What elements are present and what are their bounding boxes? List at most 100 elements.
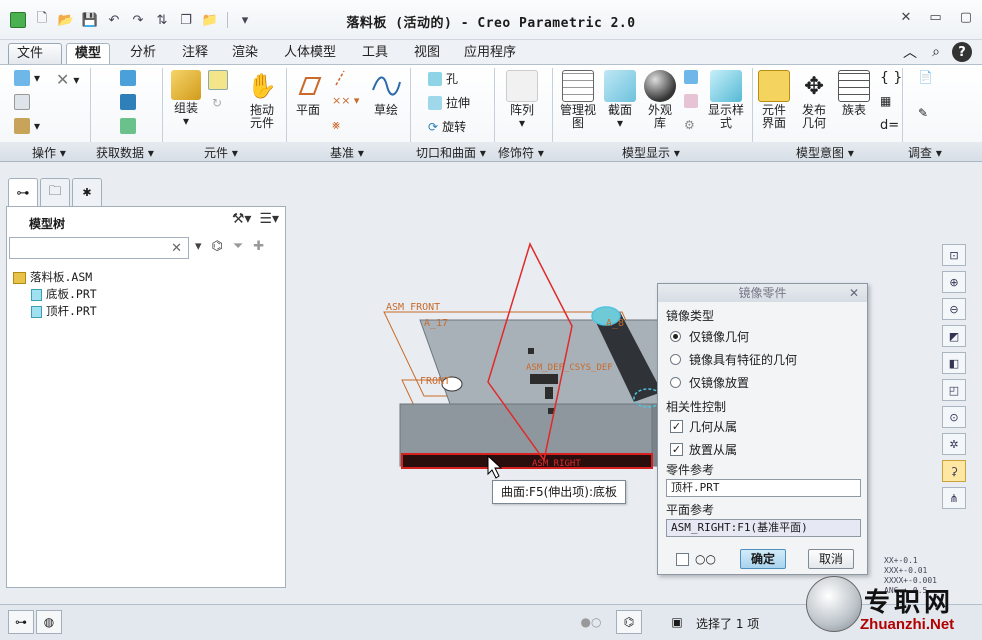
display-style-button[interactable]: 显示样 式 xyxy=(704,70,748,130)
tree-item-base-plate[interactable]: 底板.PRT xyxy=(13,286,97,303)
plane-button[interactable]: 平面 xyxy=(290,70,326,117)
cancel-button[interactable]: 取消 xyxy=(808,549,854,569)
point-button[interactable]: ×× ▾ xyxy=(332,94,359,107)
hole-button[interactable]: 孔 xyxy=(428,70,458,87)
filter-icon[interactable]: ⏷ xyxy=(233,239,243,254)
revolve-button[interactable]: ⟳ 旋转 xyxy=(428,118,466,135)
extrude-button[interactable]: 拉伸 xyxy=(428,94,470,111)
assemble-button[interactable]: 组装 ▾ xyxy=(166,70,206,128)
family-table-button[interactable]: 族表 xyxy=(836,70,872,117)
find-icon[interactable]: ⌬ xyxy=(616,610,642,634)
ok-button[interactable]: 确定 xyxy=(740,549,786,569)
parameters-button[interactable]: ▦ xyxy=(880,94,891,108)
group-model-intent[interactable]: 模型意图 ▾ xyxy=(796,144,854,161)
search-icon[interactable]: ⌕ xyxy=(926,42,946,62)
radio-geometry-only[interactable]: 仅镜像几何 xyxy=(670,328,749,345)
group-get-data[interactable]: 获取数据 ▾ xyxy=(96,144,154,161)
tree-item-assembly[interactable]: 落料板.ASM xyxy=(13,269,97,286)
search-tool-button[interactable]: ✎ xyxy=(918,106,928,120)
regenerate-button[interactable]: ▾ xyxy=(14,70,40,86)
collapse-ribbon-icon[interactable]: ︿ xyxy=(900,42,920,62)
paste-button[interactable]: ▾ xyxy=(14,118,40,134)
check-placement-dependent[interactable]: ✓ 放置从属 xyxy=(670,441,737,458)
group-cut-surface[interactable]: 切口和曲面 ▾ xyxy=(416,144,486,161)
shrinkwrap-button[interactable] xyxy=(120,118,136,134)
orientation-icon[interactable]: ◧ xyxy=(942,352,966,374)
tree-item-ejector-pin[interactable]: 顶杆.PRT xyxy=(13,303,97,320)
component-interface-button[interactable]: 元件 界面 xyxy=(756,70,792,130)
tab-render[interactable]: 渲染 xyxy=(224,43,266,64)
radio-geometry-with-features[interactable]: 镜像具有特征的几何 xyxy=(670,351,797,368)
zoom-in-icon[interactable]: ⊕ xyxy=(942,271,966,293)
plane-reference-field[interactable]: ASM_RIGHT:F1(基准平面) xyxy=(666,519,861,537)
switch-dimensions-button[interactable]: d= xyxy=(880,118,899,133)
delete-button[interactable]: ✕ ▾ xyxy=(56,70,79,89)
view-toolbar: ⊡ ⊕ ⊖ ◩ ◧ ◰ ⊙ ✲ ⚳ ⋔ xyxy=(942,244,968,509)
toggle-browser-icon[interactable]: ◍ xyxy=(36,610,62,634)
tab-applications[interactable]: 应用程序 xyxy=(456,43,524,64)
refit-icon[interactable]: ⊡ xyxy=(942,244,966,266)
group-modifiers[interactable]: 修饰符 ▾ xyxy=(498,144,544,161)
view-manager-button[interactable]: ⚙ xyxy=(684,118,695,132)
group-datum[interactable]: 基准 ▾ xyxy=(330,144,364,161)
create-component-button[interactable] xyxy=(208,70,228,90)
folder-browser-tab[interactable]: 🗀 xyxy=(40,178,70,206)
group-component[interactable]: 元件 ▾ xyxy=(204,144,238,161)
axis-button[interactable] xyxy=(332,70,348,86)
appearance-gallery-button[interactable]: 外观 库 xyxy=(640,70,680,130)
check-geometry-dependent[interactable]: ✓ 几何从属 xyxy=(670,418,737,435)
tab-annotate[interactable]: 注释 xyxy=(174,43,216,64)
relations-button[interactable]: { } xyxy=(880,70,902,86)
zoom-out-icon[interactable]: ⊖ xyxy=(942,298,966,320)
sketch-button[interactable]: 草绘 xyxy=(368,70,404,117)
annotation-display-icon[interactable]: ⚳ xyxy=(942,460,966,482)
tree-search-input[interactable]: ✕ xyxy=(9,237,189,259)
display-style-icon[interactable]: ⊙ xyxy=(942,406,966,428)
tab-tools[interactable]: 工具 xyxy=(354,43,396,64)
repeat-button[interactable]: ↻ xyxy=(212,96,222,110)
maximize-icon[interactable]: ▢ xyxy=(960,10,972,25)
copy-button[interactable] xyxy=(14,94,30,110)
tab-manikin[interactable]: 人体模型 xyxy=(276,43,344,64)
saved-views-icon[interactable]: ◰ xyxy=(942,379,966,401)
restore-icon[interactable]: ▭ xyxy=(929,10,941,25)
tree-filters-icon[interactable]: ☰▾ xyxy=(259,211,279,227)
pattern-button[interactable]: 阵列 ▾ xyxy=(504,70,540,130)
appearance-sphere-icon xyxy=(644,70,676,102)
repaint-icon[interactable]: ◩ xyxy=(942,325,966,347)
spin-center-button[interactable] xyxy=(684,94,698,108)
add-column-icon[interactable]: ✚ xyxy=(253,239,264,254)
group-model-display[interactable]: 模型显示 ▾ xyxy=(622,144,680,161)
favorites-tab[interactable]: ✱ xyxy=(72,178,102,206)
tree-settings-icon[interactable]: ⚒▾ xyxy=(232,211,252,227)
csys-button[interactable]: ⨳ xyxy=(332,118,340,133)
tab-analysis[interactable]: 分析 xyxy=(122,43,164,64)
publish-geometry-button[interactable]: ✥ 发布 几何 xyxy=(796,70,832,130)
reference-viewer-button[interactable]: 📄 xyxy=(918,70,933,84)
perspective-button[interactable] xyxy=(684,70,698,84)
group-operations[interactable]: 操作 ▾ xyxy=(32,144,66,161)
copy-geometry-button[interactable] xyxy=(120,94,136,110)
toggle-navigator-icon[interactable]: ⊶ xyxy=(8,610,34,634)
tab-model[interactable]: 模型 xyxy=(66,43,111,64)
clear-search-icon[interactable]: ✕ xyxy=(171,241,182,256)
datum-display-icon[interactable]: ✲ xyxy=(942,433,966,455)
section-button[interactable]: 截面 ▾ xyxy=(602,70,638,130)
help-icon[interactable]: ? xyxy=(952,42,972,62)
part-reference-field[interactable]: 顶杆.PRT xyxy=(666,479,861,497)
minimize-icon[interactable]: ✕ xyxy=(901,10,912,25)
dialog-close-icon[interactable]: ✕ xyxy=(849,284,859,302)
spin-center-icon[interactable]: ⋔ xyxy=(942,487,966,509)
drag-components-button[interactable]: ✋ 拖动 元件 xyxy=(240,70,284,130)
user-defined-feature-button[interactable] xyxy=(120,70,136,86)
tab-file[interactable]: 文件 ▾ xyxy=(8,43,62,81)
group-investigate[interactable]: 调查 ▾ xyxy=(908,144,942,161)
manage-views-button[interactable]: 管理视 图 xyxy=(556,70,600,130)
display-style-icon xyxy=(710,70,742,102)
model-tree-tab[interactable]: ⊶ xyxy=(8,178,38,207)
binoculars-icon[interactable]: ⌬ xyxy=(212,239,223,254)
search-dropdown-icon[interactable]: ▾ xyxy=(195,239,202,254)
tab-view[interactable]: 视图 xyxy=(406,43,448,64)
radio-placement-only[interactable]: 仅镜像放置 xyxy=(670,374,749,391)
preview-checkbox[interactable]: ○○ xyxy=(676,552,716,566)
